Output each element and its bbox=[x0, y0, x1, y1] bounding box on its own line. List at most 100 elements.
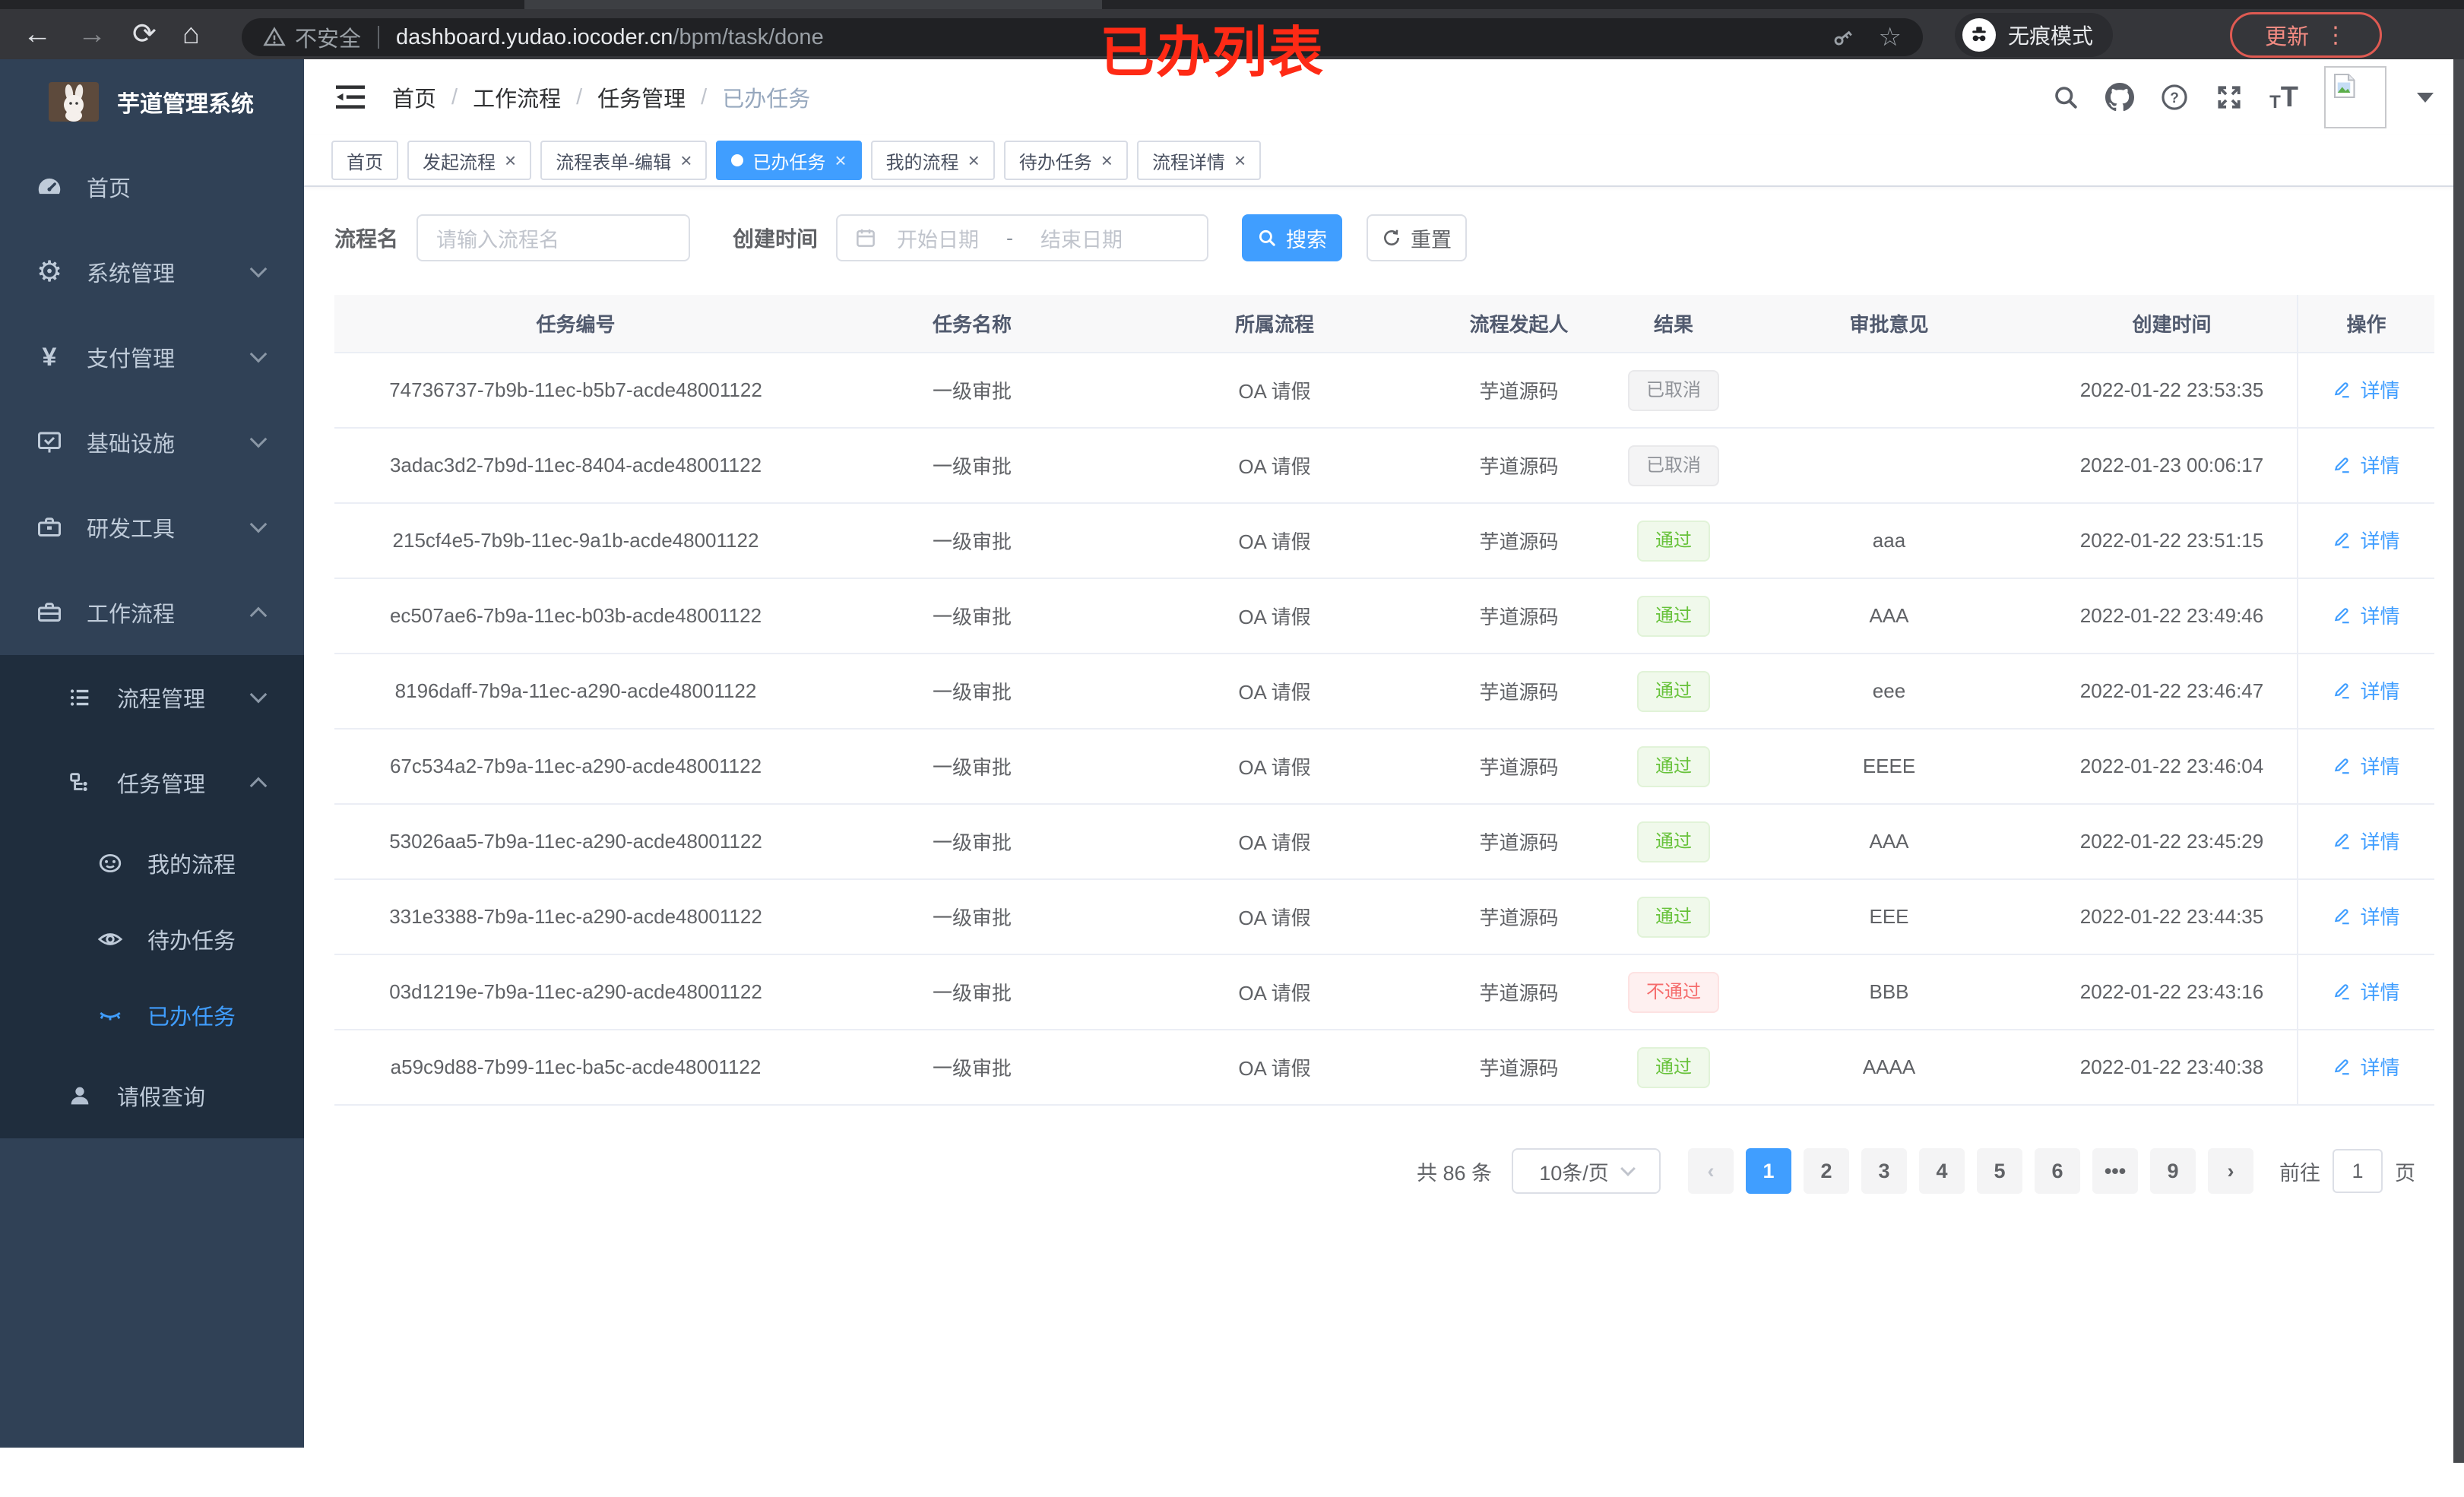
next-page-button[interactable]: › bbox=[2208, 1148, 2253, 1194]
prev-page-button[interactable]: ‹ bbox=[1688, 1148, 1734, 1194]
cell-comment: BBB bbox=[1731, 954, 2047, 1030]
status-badge: 通过 bbox=[1637, 520, 1710, 562]
detail-link[interactable]: 详情 bbox=[2333, 526, 2400, 554]
cell-comment bbox=[1731, 353, 2047, 429]
cell-task-name: 一级审批 bbox=[817, 954, 1127, 1030]
detail-link[interactable]: 详情 bbox=[2333, 451, 2400, 479]
tab[interactable]: 首页 × bbox=[331, 141, 398, 180]
detail-link[interactable]: 详情 bbox=[2333, 902, 2400, 930]
address-bar[interactable]: 不安全 dashboard.yudao.iocoder.cn/bpm/task/… bbox=[242, 18, 1923, 56]
tab-close-icon[interactable]: × bbox=[1101, 149, 1113, 172]
sidebar-collapse-icon[interactable] bbox=[334, 83, 366, 112]
detail-link[interactable]: 详情 bbox=[2333, 977, 2400, 1005]
page-number-button[interactable]: 9 bbox=[2150, 1148, 2196, 1194]
sidebar-item-label: 支付管理 bbox=[87, 347, 176, 372]
sidebar-item-done-tasks[interactable]: 已办任务 bbox=[0, 977, 304, 1053]
page-number-button[interactable]: 2 bbox=[1804, 1148, 1849, 1194]
date-start-placeholder: 开始日期 bbox=[897, 228, 980, 252]
breadcrumb-home[interactable]: 首页 bbox=[392, 81, 436, 113]
detail-link[interactable]: 详情 bbox=[2333, 375, 2400, 404]
fullscreen-icon[interactable] bbox=[2215, 83, 2244, 112]
detail-link[interactable]: 详情 bbox=[2333, 601, 2400, 629]
tab-close-icon[interactable]: × bbox=[680, 149, 692, 172]
browser-forward-button[interactable]: → bbox=[78, 20, 106, 49]
key-icon[interactable] bbox=[1830, 24, 1856, 50]
process-name-input[interactable]: 请输入流程名 bbox=[416, 214, 691, 261]
tab-close-icon[interactable]: × bbox=[505, 149, 516, 172]
sidebar-item-process-management[interactable]: 流程管理 bbox=[0, 655, 304, 740]
detail-link[interactable]: 详情 bbox=[2333, 1052, 2400, 1081]
page-number-button[interactable]: 3 bbox=[1861, 1148, 1907, 1194]
tab-close-icon[interactable]: × bbox=[968, 149, 980, 172]
sidebar-item-devtools[interactable]: 研发工具 bbox=[0, 485, 304, 570]
security-warning-icon bbox=[263, 26, 286, 49]
sidebar-item-home[interactable]: 首页 bbox=[0, 144, 304, 229]
user-icon bbox=[65, 1083, 94, 1109]
tab-close-icon[interactable]: × bbox=[835, 149, 846, 172]
cell-process: OA 请假 bbox=[1127, 1030, 1422, 1106]
tab-label: 已办任务 bbox=[752, 152, 826, 173]
cell-task-id: ec507ae6-7b9a-11ec-b03b-acde48001122 bbox=[334, 578, 817, 654]
avatar-caret-icon[interactable] bbox=[2417, 92, 2434, 103]
cell-result: 通过 bbox=[1616, 503, 1731, 579]
workflow-submenu: 流程管理 任务管理 我的流程 待办任务 已办任务 请假查询 bbox=[0, 655, 304, 1138]
app-navbar: 首页 / 工作流程 / 任务管理 / 已办任务 ? T T bbox=[304, 59, 2464, 135]
tab[interactable]: 发起流程 × bbox=[407, 141, 532, 180]
cell-task-name: 一级审批 bbox=[817, 353, 1127, 429]
sidebar-item-task-management[interactable]: 任务管理 bbox=[0, 740, 304, 825]
cell-comment: AAA bbox=[1731, 578, 2047, 654]
page-number-button[interactable]: 6 bbox=[2035, 1148, 2080, 1194]
browser-back-button[interactable]: ← bbox=[23, 20, 52, 49]
reset-button[interactable]: 重置 bbox=[1367, 214, 1468, 261]
status-badge: 已取消 bbox=[1628, 369, 1719, 411]
breadcrumb-task-management[interactable]: 任务管理 bbox=[597, 81, 686, 113]
sidebar-item-my-process[interactable]: 我的流程 bbox=[0, 825, 304, 901]
tab[interactable]: 待办任务 × bbox=[1003, 141, 1128, 180]
breadcrumb-workflow[interactable]: 工作流程 bbox=[473, 81, 561, 113]
search-icon[interactable] bbox=[2052, 84, 2079, 111]
tab[interactable]: 我的流程 × bbox=[870, 141, 995, 180]
page-number-button[interactable]: 1 bbox=[1746, 1148, 1791, 1194]
browser-menu-kebab-icon[interactable]: ⋮ bbox=[2324, 22, 2347, 49]
page-size-select[interactable]: 10条/页 bbox=[1512, 1148, 1661, 1194]
breadcrumb-separator: / bbox=[451, 84, 458, 109]
search-button[interactable]: 搜索 bbox=[1242, 214, 1343, 261]
tab[interactable]: 流程表单-编辑 × bbox=[540, 141, 708, 180]
detail-link-label: 详情 bbox=[2360, 1056, 2400, 1080]
sidebar-item-infrastructure[interactable]: 基础设施 bbox=[0, 400, 304, 485]
page-number-button[interactable]: 5 bbox=[1977, 1148, 2022, 1194]
cell-task-id: 3adac3d2-7b9d-11ec-8404-acde48001122 bbox=[334, 428, 817, 504]
sidebar-item-todo-tasks[interactable]: 待办任务 bbox=[0, 901, 304, 977]
goto-page-input[interactable]: 1 bbox=[2333, 1149, 2383, 1193]
browser-reload-button[interactable]: ⟳ bbox=[132, 20, 157, 49]
security-label[interactable]: 不安全 bbox=[295, 21, 361, 53]
search-button-label: 搜索 bbox=[1286, 228, 1328, 252]
browser-update-button[interactable]: 更新 ⋮ bbox=[2230, 12, 2382, 58]
sidebar-item-leave-query[interactable]: 请假查询 bbox=[0, 1053, 304, 1138]
tab[interactable]: 已办任务 × bbox=[716, 141, 862, 180]
logo-row[interactable]: 芋道管理系统 bbox=[0, 59, 304, 144]
browser-home-button[interactable]: ⌂ bbox=[182, 20, 200, 49]
goto-label: 前往 bbox=[2279, 1161, 2320, 1185]
sidebar-item-payment[interactable]: ¥ 支付管理 bbox=[0, 315, 304, 400]
bookmark-star-icon[interactable]: ☆ bbox=[1879, 22, 1902, 52]
date-range-picker[interactable]: 开始日期 - 结束日期 bbox=[836, 214, 1209, 261]
sidebar-item-workflow[interactable]: 工作流程 bbox=[0, 570, 304, 655]
cell-result: 通过 bbox=[1616, 879, 1731, 955]
tab-close-icon[interactable]: × bbox=[1234, 149, 1246, 172]
font-size-icon[interactable]: TT bbox=[2269, 83, 2298, 112]
page-number-button[interactable]: 4 bbox=[1919, 1148, 1965, 1194]
cell-task-id: 53026aa5-7b9a-11ec-a290-acde48001122 bbox=[334, 804, 817, 880]
page-ellipsis[interactable]: ••• bbox=[2092, 1148, 2138, 1194]
cell-created: 2022-01-22 23:53:35 bbox=[2047, 353, 2298, 429]
tab[interactable]: 流程详情 × bbox=[1136, 141, 1262, 180]
help-icon[interactable]: ? bbox=[2160, 83, 2189, 112]
create-time-label: 创建时间 bbox=[733, 227, 819, 251]
detail-link[interactable]: 详情 bbox=[2333, 827, 2400, 855]
detail-link[interactable]: 详情 bbox=[2333, 676, 2400, 704]
github-icon[interactable] bbox=[2105, 83, 2135, 112]
avatar[interactable] bbox=[2324, 66, 2386, 128]
sidebar-item-system[interactable]: ⚙ 系统管理 bbox=[0, 229, 304, 315]
table-row: 03d1219e-7b9a-11ec-a290-acde48001122 一级审… bbox=[334, 954, 2434, 1030]
detail-link[interactable]: 详情 bbox=[2333, 752, 2400, 780]
